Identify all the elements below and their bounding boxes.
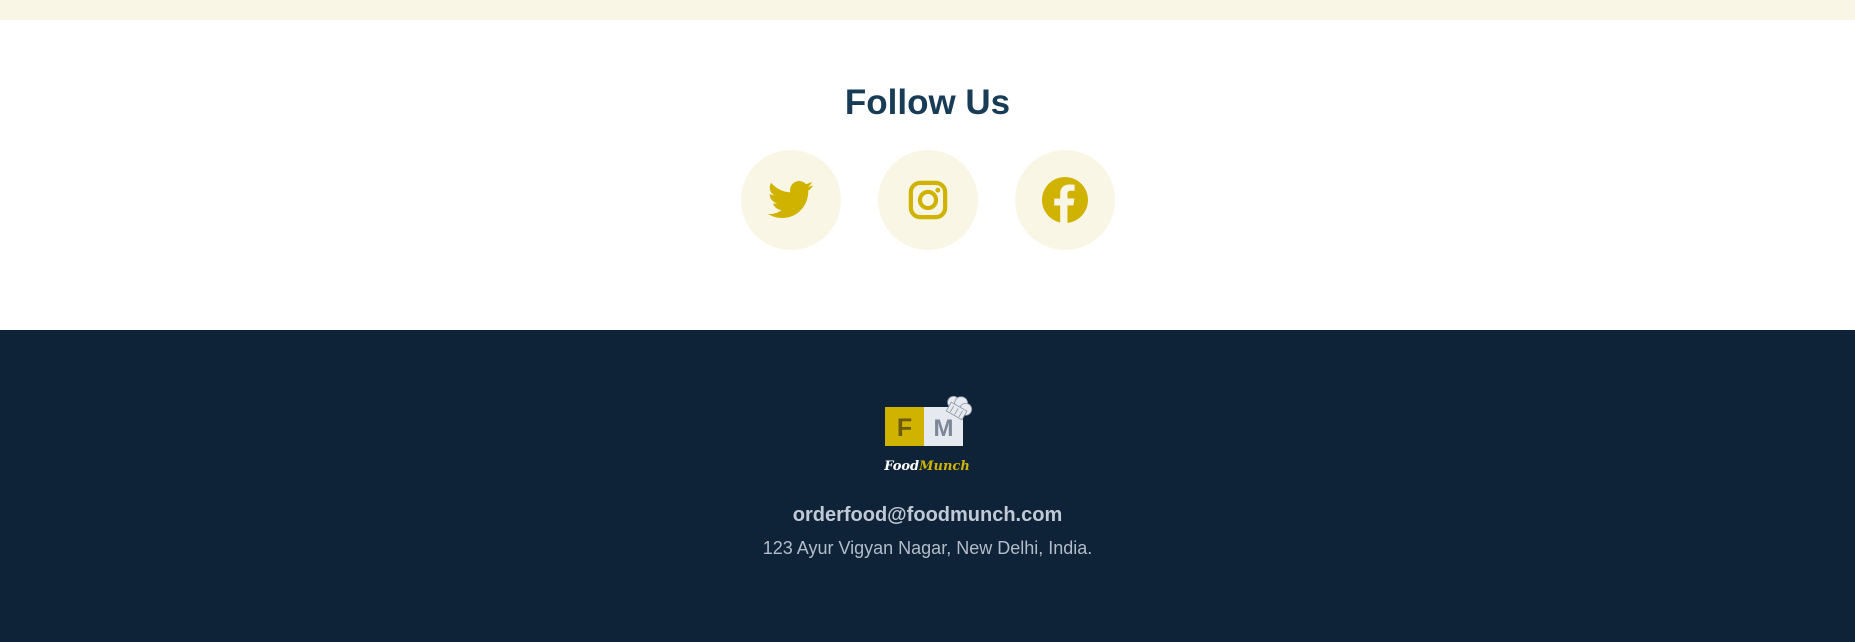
facebook-icon — [1041, 177, 1088, 223]
footer: F M FoodMunch orderfood@foodmunch.com 12… — [0, 330, 1855, 642]
facebook-button[interactable] — [1014, 150, 1115, 250]
instagram-icon — [908, 180, 947, 220]
twitter-button[interactable] — [740, 150, 841, 250]
foodmunch-logo[interactable]: F M FoodMunch — [873, 390, 983, 480]
contact-email[interactable]: orderfood@foodmunch.com — [0, 503, 1855, 527]
svg-text:M: M — [933, 415, 953, 442]
svg-text:F: F — [896, 414, 911, 442]
twitter-icon — [767, 181, 813, 219]
top-strip — [0, 0, 1855, 20]
address-text: 123 Ayur Vigyan Nagar, New Delhi, India. — [762, 538, 1093, 558]
social-icons-row — [0, 150, 1855, 250]
follow-us-heading: Follow Us — [844, 83, 1011, 122]
svg-text:FoodMunch: FoodMunch — [883, 459, 970, 474]
instagram-button[interactable] — [877, 150, 978, 250]
follow-us-section: Follow Us — [0, 20, 1855, 330]
